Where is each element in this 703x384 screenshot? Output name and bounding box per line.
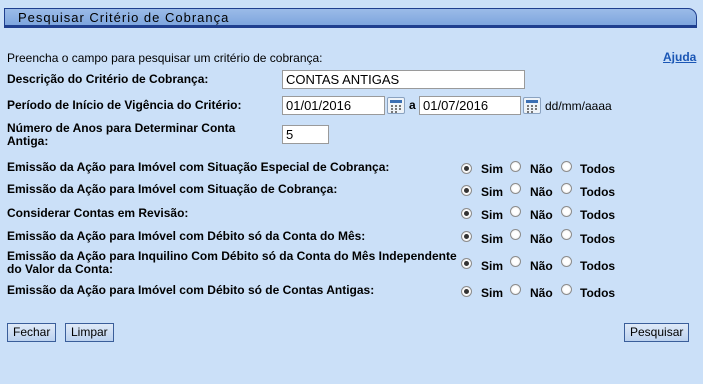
radio-todos-label: Todos <box>580 286 616 300</box>
periodo-fim-input[interactable] <box>419 96 521 115</box>
radio-sim[interactable] <box>461 163 472 174</box>
anos-label: Número de Anos para Determinar Conta Ant… <box>7 121 236 148</box>
radio-sim-label: Sim <box>481 259 504 273</box>
radio-sim[interactable] <box>461 258 472 269</box>
radio-sim-label: Sim <box>481 286 504 300</box>
radio-todos-label: Todos <box>580 208 616 222</box>
descricao-label: Descrição do Critério de Cobrança: <box>7 72 209 86</box>
periodo-separator: a <box>409 98 416 112</box>
radio-sim-label: Sim <box>481 185 504 199</box>
periodo-label: Período de Início de Vigência do Critéri… <box>7 98 242 112</box>
radio-sim[interactable] <box>461 286 472 297</box>
radio-nao[interactable] <box>510 256 521 267</box>
radio-nao-label: Não <box>530 286 553 300</box>
radio-nao[interactable] <box>510 206 521 217</box>
radio-nao-label: Não <box>530 259 553 273</box>
pesquisar-button[interactable]: Pesquisar <box>624 323 690 342</box>
radio-group-label: Emissão da Ação para Inquilino Com Débit… <box>7 249 457 276</box>
radio-todos[interactable] <box>561 161 572 172</box>
descricao-input[interactable] <box>282 70 525 89</box>
radio-sim[interactable] <box>461 185 472 196</box>
anos-input[interactable] <box>282 125 329 144</box>
radio-todos[interactable] <box>561 183 572 194</box>
radio-sim[interactable] <box>461 231 472 242</box>
radio-nao-label: Não <box>530 185 553 199</box>
radio-todos-label: Todos <box>580 259 616 273</box>
radio-sim-label: Sim <box>481 162 504 176</box>
periodo-inicio-input[interactable] <box>282 96 385 115</box>
radio-todos[interactable] <box>561 284 572 295</box>
radio-todos[interactable] <box>561 256 572 267</box>
radio-nao[interactable] <box>510 284 521 295</box>
radio-todos-label: Todos <box>580 162 616 176</box>
radio-nao-label: Não <box>530 232 553 246</box>
title-bar-underline <box>4 26 697 28</box>
radio-todos[interactable] <box>561 229 572 240</box>
calendar-icon[interactable] <box>387 97 405 114</box>
intro-text: Preencha o campo para pesquisar um crité… <box>7 51 323 65</box>
radio-group-label: Emissão da Ação para Imóvel com Situação… <box>7 182 338 196</box>
limpar-button[interactable]: Limpar <box>65 323 114 342</box>
calendar-icon[interactable] <box>523 97 541 114</box>
radio-sim-label: Sim <box>481 208 504 222</box>
radio-nao[interactable] <box>510 161 521 172</box>
radio-nao-label: Não <box>530 208 553 222</box>
radio-nao[interactable] <box>510 183 521 194</box>
radio-group-label: Considerar Contas em Revisão: <box>7 206 189 220</box>
radio-group-label: Emissão da Ação para Imóvel com Débito s… <box>7 229 366 243</box>
radio-todos-label: Todos <box>580 232 616 246</box>
radio-group-label: Emissão da Ação para Imóvel com Débito s… <box>7 283 375 297</box>
help-link[interactable]: Ajuda <box>663 50 696 64</box>
radio-nao[interactable] <box>510 229 521 240</box>
page-title: Pesquisar Critério de Cobrança <box>18 10 230 25</box>
radio-nao-label: Não <box>530 162 553 176</box>
date-format-hint: dd/mm/aaaa <box>545 99 612 113</box>
radio-group-label: Emissão da Ação para Imóvel com Situação… <box>7 160 390 174</box>
radio-todos-label: Todos <box>580 185 616 199</box>
title-bar: Pesquisar Critério de Cobrança <box>4 8 697 26</box>
radio-sim-label: Sim <box>481 232 504 246</box>
radio-todos[interactable] <box>561 206 572 217</box>
radio-sim[interactable] <box>461 208 472 219</box>
fechar-button[interactable]: Fechar <box>7 323 57 342</box>
